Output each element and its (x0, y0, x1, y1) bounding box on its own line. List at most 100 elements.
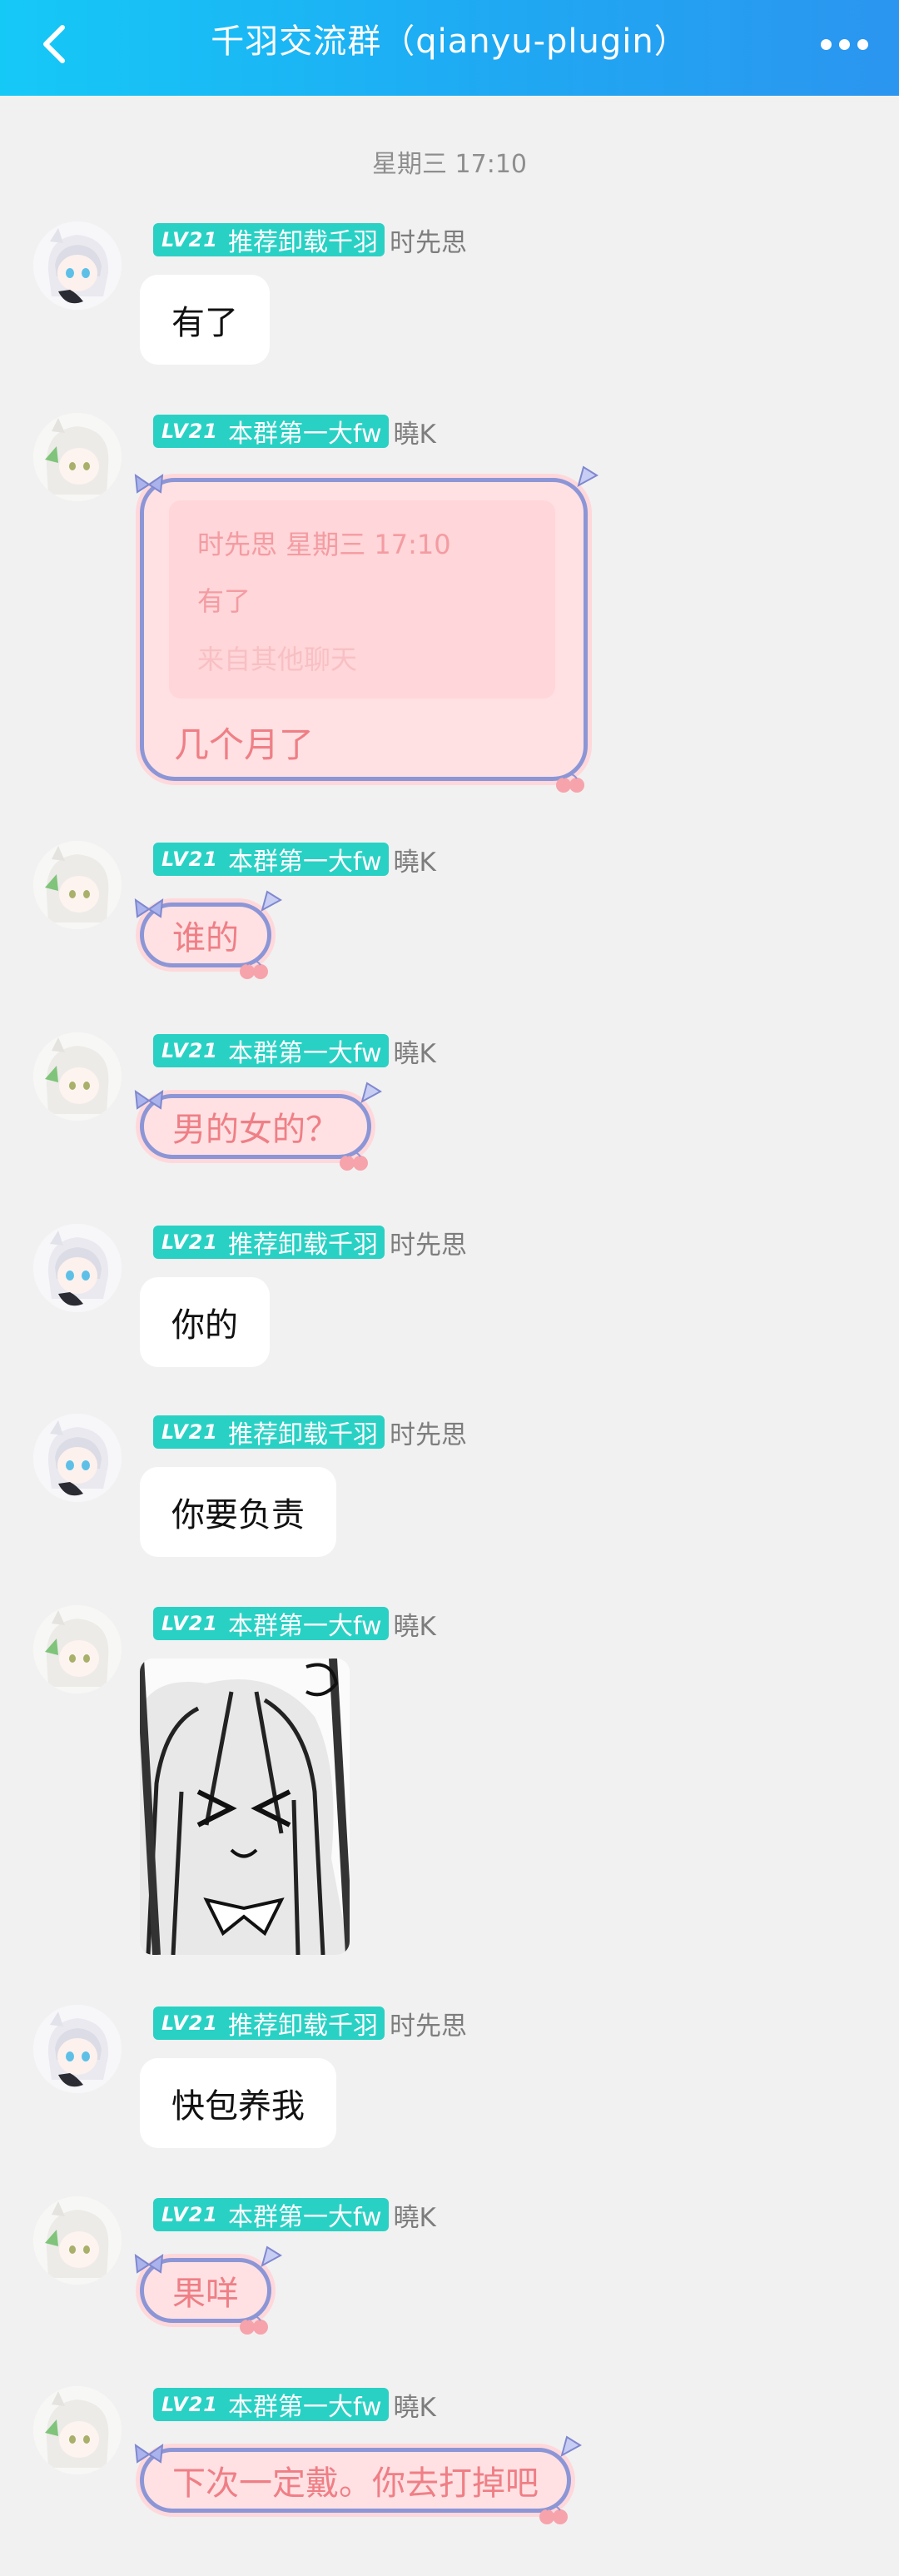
avatar[interactable] (33, 1224, 122, 1312)
time-divider: 星期三 17:10 (372, 150, 527, 179)
sender-name[interactable]: 曉K (394, 841, 436, 878)
sender-name[interactable]: 曉K (394, 2386, 436, 2424)
sender-name[interactable]: 时先思 (390, 221, 467, 259)
member-title: 本群第一大fw (227, 2203, 382, 2232)
message-bubble[interactable]: 谁的 (134, 890, 282, 979)
message-bubble[interactable]: 有了 (140, 275, 270, 365)
level-label: LV21 (161, 2393, 218, 2416)
bow-icon (134, 2253, 164, 2274)
message-meta: LV21 推荐卸载千羽 时先思 (153, 221, 467, 258)
cherry-icon (240, 2315, 268, 2335)
message-text: 谁的 (172, 919, 239, 957)
cherry-icon (556, 773, 584, 793)
level-label: LV21 (161, 1420, 218, 1444)
avatar[interactable] (33, 1032, 122, 1121)
cherry-icon (240, 960, 268, 979)
message-bubble[interactable]: 你的 (140, 1277, 270, 1367)
message-meta: LV21 本群第一大fw 曉K (153, 1032, 436, 1069)
chat-title: 千羽交流群（qianyu-plugin） (211, 22, 688, 61)
member-title: 本群第一大fw (227, 848, 382, 877)
message-item: LV21 本群第一大fw 曉K 下次一定戴。你去打掉吧 (0, 2386, 899, 2553)
member-title: 推荐卸载千羽 (227, 2012, 378, 2041)
sender-name[interactable]: 时先思 (390, 2005, 467, 2042)
level-badge: LV21 本群第一大fw (153, 2198, 389, 2232)
message-bubble[interactable]: 下次一定戴。你去打掉吧 (134, 2435, 582, 2524)
level-badge: LV21 本群第一大fw (153, 415, 389, 449)
message-meta: LV21 本群第一大fw 曉K (153, 1605, 436, 1642)
level-badge: LV21 本群第一大fw (153, 2388, 389, 2422)
bow-icon (134, 473, 164, 494)
member-title: 本群第一大fw (227, 1612, 382, 1641)
more-button[interactable] (811, 15, 877, 73)
message-meta: LV21 本群第一大fw 曉K (153, 2386, 436, 2423)
message-item: LV21 本群第一大fw 曉K 时先思 星期三 17:10 有了 来自其他聊天 … (0, 413, 899, 796)
level-label: LV21 (161, 1612, 218, 1635)
message-item: LV21 推荐卸载千羽 时先思 你的 (0, 1224, 899, 1374)
level-label: LV21 (161, 848, 218, 871)
level-label: LV21 (161, 1231, 218, 1254)
level-label: LV21 (161, 2012, 218, 2035)
message-meta: LV21 推荐卸载千羽 时先思 (153, 2005, 467, 2041)
member-title: 推荐卸载千羽 (227, 1420, 378, 1450)
sender-name[interactable]: 时先思 (390, 1414, 467, 1451)
level-badge: LV21 本群第一大fw (153, 1607, 389, 1641)
avatar[interactable] (33, 413, 122, 501)
sender-name[interactable]: 曉K (394, 1605, 436, 1643)
message-bubble[interactable]: 果咩 (134, 2245, 282, 2335)
sticker-image[interactable] (140, 1658, 350, 1955)
quoted-message[interactable]: 时先思 星期三 17:10 有了 来自其他聊天 (169, 500, 555, 699)
message-item: LV21 本群第一大fw 曉K 男的女的？ (0, 1032, 899, 1182)
message-meta: LV21 本群第一大fw 曉K (153, 2196, 436, 2233)
member-title: 推荐卸载千羽 (227, 228, 378, 257)
message-text: 男的女的？ (172, 1111, 339, 1149)
bow-icon (134, 1089, 164, 1110)
avatar[interactable] (33, 1414, 122, 1502)
avatar[interactable] (33, 221, 122, 310)
message-item: LV21 推荐卸载千羽 时先思 快包养我 (0, 2005, 899, 2155)
bow-icon (134, 898, 164, 918)
level-badge: LV21 推荐卸载千羽 (153, 1415, 385, 1450)
message-item: LV21 本群第一大fw 曉K (0, 1605, 899, 1972)
avatar[interactable] (33, 2196, 122, 2285)
level-badge: LV21 推荐卸载千羽 (153, 1226, 385, 1260)
message-item: LV21 推荐卸载千羽 时先思 有了 (0, 221, 899, 371)
quoted-source: 来自其他聊天 (197, 644, 358, 675)
message-item: LV21 本群第一大fw 曉K 谁的 (0, 841, 899, 991)
sender-name[interactable]: 曉K (394, 413, 436, 450)
sender-name[interactable]: 曉K (394, 1032, 436, 1070)
quoted-sender: 时先思 (197, 529, 278, 560)
level-label: LV21 (161, 1039, 218, 1062)
member-title: 本群第一大fw (227, 2393, 382, 2422)
bow-icon (134, 2443, 164, 2464)
avatar[interactable] (33, 1605, 122, 1693)
message-bubble[interactable]: 快包养我 (140, 2058, 336, 2148)
message-item: LV21 本群第一大fw 曉K 果咩 (0, 2196, 899, 2346)
reply-text: 几个月了 (174, 724, 315, 765)
message-meta: LV21 本群第一大fw 曉K (153, 413, 436, 450)
more-dots-icon (820, 38, 832, 50)
avatar[interactable] (33, 841, 122, 929)
sender-name[interactable]: 时先思 (390, 1224, 467, 1261)
quoted-text: 有了 (197, 585, 251, 617)
avatar[interactable] (33, 2386, 122, 2474)
avatar[interactable] (33, 2005, 122, 2093)
member-title: 本群第一大fw (227, 1039, 382, 1068)
bow-icon (261, 890, 282, 913)
chat-header: 千羽交流群（qianyu-plugin） (0, 0, 899, 96)
message-text: 果咩 (172, 2275, 239, 2313)
level-label: LV21 (161, 420, 218, 443)
message-bubble[interactable]: 你要负责 (140, 1467, 336, 1557)
bow-icon (360, 1082, 382, 1104)
message-meta: LV21 推荐卸载千羽 时先思 (153, 1224, 467, 1261)
cherry-icon (539, 2505, 568, 2524)
sender-name[interactable]: 曉K (394, 2196, 436, 2234)
level-badge: LV21 推荐卸载千羽 (153, 2007, 385, 2041)
message-text: 下次一定戴。你去打掉吧 (172, 2464, 539, 2503)
cherry-icon (340, 1151, 368, 1171)
message-bubble[interactable]: 男的女的？ (134, 1082, 382, 1171)
member-title: 推荐卸载千羽 (227, 1231, 378, 1260)
quoted-header: 时先思 星期三 17:10 (197, 524, 451, 562)
level-badge: LV21 本群第一大fw (153, 843, 389, 877)
quote-reply-bubble[interactable]: 时先思 星期三 17:10 有了 来自其他聊天 几个月了 (134, 465, 599, 793)
level-badge: LV21 推荐卸载千羽 (153, 223, 385, 257)
